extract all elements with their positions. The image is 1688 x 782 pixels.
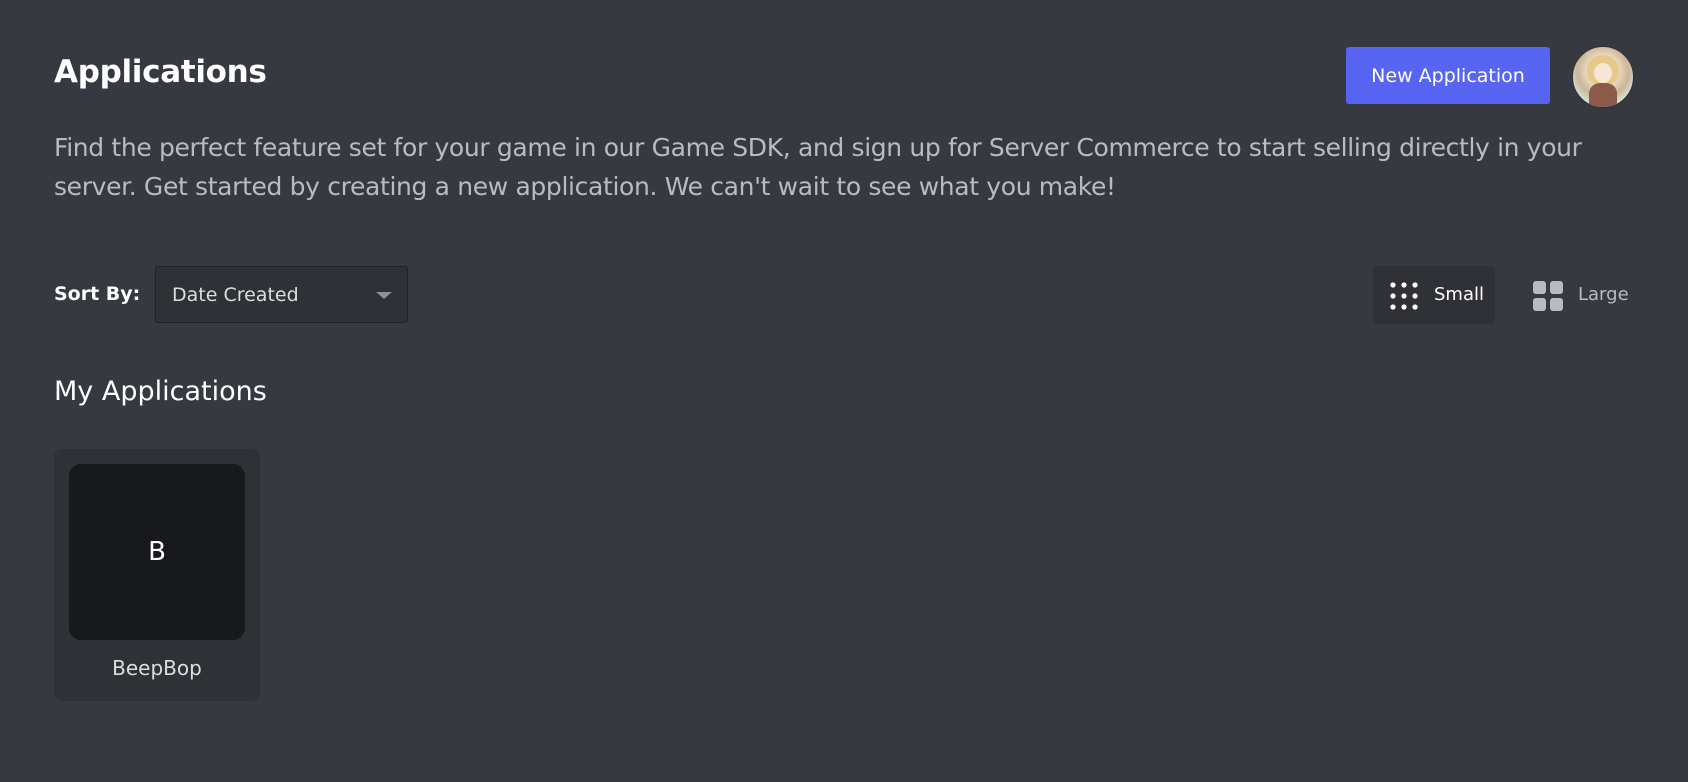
page-header: Applications New Application [54, 44, 1634, 108]
chevron-down-icon [376, 292, 392, 299]
view-toggle-small-label: Small [1434, 284, 1484, 305]
view-toggle-large[interactable]: Large [1523, 266, 1633, 324]
application-icon: B [69, 464, 245, 640]
application-icon-initial: B [148, 537, 166, 567]
sort-by-selected-value: Date Created [172, 284, 299, 306]
avatar-face [1594, 63, 1612, 83]
sort-by-label: Sort By: [54, 283, 141, 305]
application-card[interactable]: B BeepBop [54, 449, 260, 701]
sort-by-dropdown[interactable]: Date Created [155, 266, 408, 323]
view-toggle-small[interactable]: Small [1373, 266, 1495, 324]
view-toggle-large-label: Large [1578, 284, 1629, 305]
developer-portal-page: Applications New Application Find the pe… [0, 0, 1688, 782]
dots-grid-icon [1390, 282, 1418, 310]
large-grid-icon [1533, 281, 1563, 311]
my-applications-heading: My Applications [54, 376, 267, 407]
new-application-button[interactable]: New Application [1346, 47, 1550, 104]
page-description: Find the perfect feature set for your ga… [54, 133, 1582, 201]
page-title: Applications [54, 54, 267, 90]
avatar-body [1589, 83, 1617, 107]
application-name: BeepBop [112, 656, 202, 680]
user-avatar[interactable] [1572, 46, 1634, 108]
